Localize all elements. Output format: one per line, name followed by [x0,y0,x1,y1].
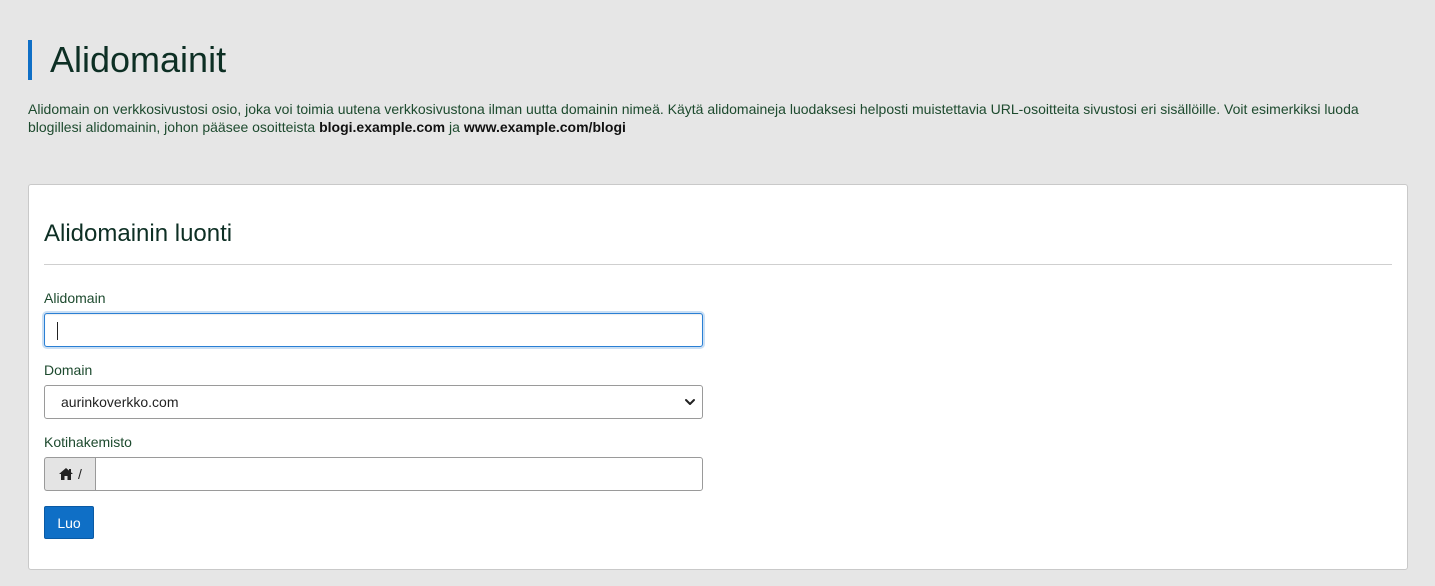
subdomain-label: Alidomain [44,290,106,306]
text-caret [57,322,58,340]
domain-select[interactable]: aurinkoverkko.com [44,385,703,419]
create-button[interactable]: Luo [44,506,94,539]
home-dir-prefix: / [78,466,82,482]
home-icon [59,468,74,480]
description-join: ja [445,119,464,135]
domain-label: Domain [44,362,93,378]
page-title: Alidomainit [50,39,227,80]
description-example-subdomain: blogi.example.com [319,119,446,135]
panel-title: Alidomainin luonti [44,220,233,247]
domain-selected-value: aurinkoverkko.com [61,394,179,410]
chevron-down-icon [685,399,695,405]
panel-divider [44,264,1392,265]
subdomain-input[interactable] [44,313,703,347]
home-dir-input-group: / [44,457,703,491]
home-dir-addon: / [44,457,95,491]
page-header: Alidomainit [28,40,226,80]
create-subdomain-panel: Alidomainin luonti Alidomain Domain auri… [28,184,1408,570]
page-description: Alidomain on verkkosivustosi osio, joka … [28,100,1388,136]
home-dir-input[interactable] [95,457,703,491]
description-example-path: www.example.com/blogi [463,119,626,135]
description-text: Alidomain on verkkosivustosi osio, joka … [28,101,1359,135]
home-dir-label: Kotihakemisto [44,434,132,450]
